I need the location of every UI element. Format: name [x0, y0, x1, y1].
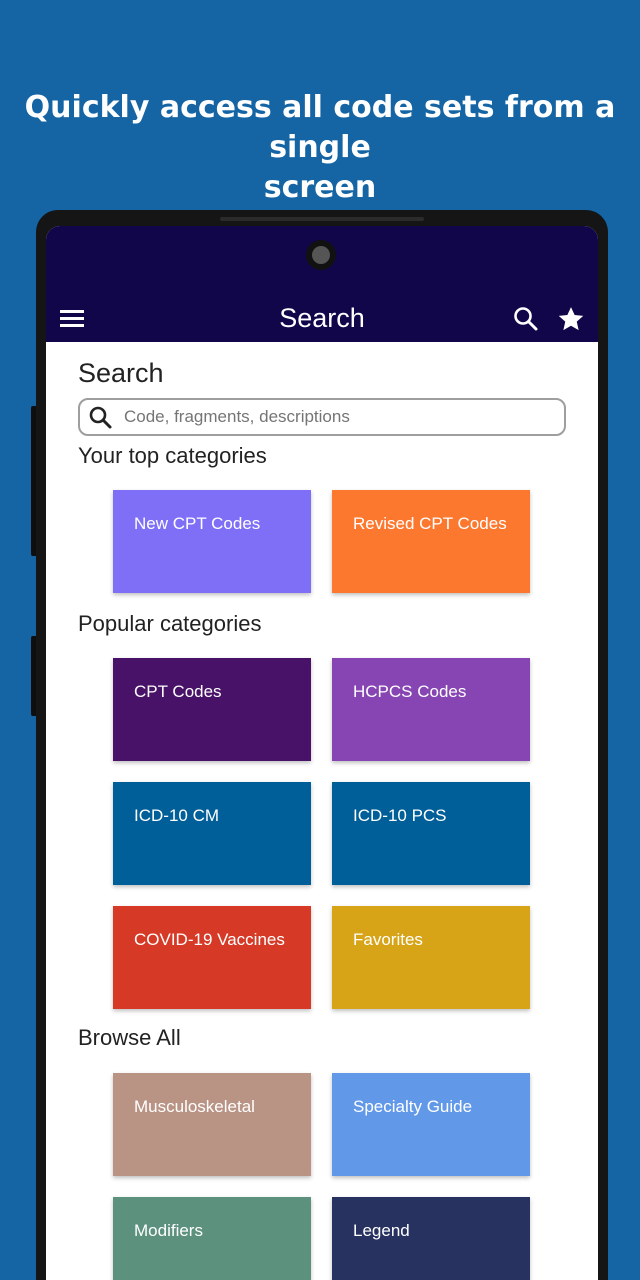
tile-label: Legend	[353, 1221, 410, 1240]
tile-hcpcs-codes[interactable]: HCPCS Codes	[332, 658, 530, 761]
app-bar: Search	[46, 294, 598, 342]
search-box[interactable]	[78, 398, 566, 436]
tile-modifiers[interactable]: Modifiers	[113, 1197, 311, 1280]
phone-side-button	[31, 406, 36, 556]
search-heading: Search	[78, 358, 164, 388]
status-bar	[46, 226, 598, 294]
tile-label: Favorites	[353, 930, 423, 949]
tile-label: ICD-10 CM	[134, 806, 220, 825]
tile-cpt-codes[interactable]: CPT Codes	[113, 658, 311, 761]
tile-label: Specialty Guide	[353, 1097, 473, 1116]
star-icon[interactable]	[556, 304, 586, 334]
tile-label: CPT Codes	[134, 682, 222, 701]
tile-label: COVID-19 Vaccines	[134, 930, 285, 949]
tile-label: Modifiers	[134, 1221, 203, 1240]
phone-frame: Search Search Y	[31, 210, 608, 1280]
search-icon	[89, 406, 112, 429]
phone-screen: Search Search Y	[46, 226, 598, 1280]
tile-label: Musculoskeletal	[134, 1097, 255, 1116]
tile-label: Revised CPT Codes	[353, 514, 507, 533]
tile-musculoskeletal[interactable]: Musculoskeletal	[113, 1073, 311, 1176]
tile-specialty-guide[interactable]: Specialty Guide	[332, 1073, 530, 1176]
tile-legend[interactable]: Legend	[332, 1197, 530, 1280]
camera-icon	[306, 240, 336, 270]
phone-speaker	[220, 217, 424, 221]
phone-side-button	[31, 636, 36, 716]
promo-line-2: screen	[263, 170, 377, 205]
tile-icd-10-pcs[interactable]: ICD-10 PCS	[332, 782, 530, 885]
main-content: Search Your top categories New CPT Codes…	[46, 342, 598, 1280]
promo-headline: Quickly access all code sets from a sing…	[0, 88, 640, 208]
tile-icd-10-cm[interactable]: ICD-10 CM	[113, 782, 311, 885]
tile-covid-19-vaccines[interactable]: COVID-19 Vaccines	[113, 906, 311, 1009]
tile-label: ICD-10 PCS	[353, 806, 447, 825]
tile-label: HCPCS Codes	[353, 682, 467, 701]
section-title-browse-all: Browse All	[78, 1025, 181, 1050]
tile-favorites[interactable]: Favorites	[332, 906, 530, 1009]
search-input[interactable]	[124, 400, 554, 434]
tile-label: New CPT Codes	[134, 514, 261, 533]
tile-new-cpt-codes[interactable]: New CPT Codes	[113, 490, 311, 593]
promo-line-1: Quickly access all code sets from a sing…	[24, 90, 616, 165]
search-icon[interactable]	[512, 305, 540, 333]
tile-revised-cpt-codes[interactable]: Revised CPT Codes	[332, 490, 530, 593]
section-title-popular-categories: Popular categories	[78, 611, 262, 636]
section-title-top-categories: Your top categories	[78, 443, 267, 468]
